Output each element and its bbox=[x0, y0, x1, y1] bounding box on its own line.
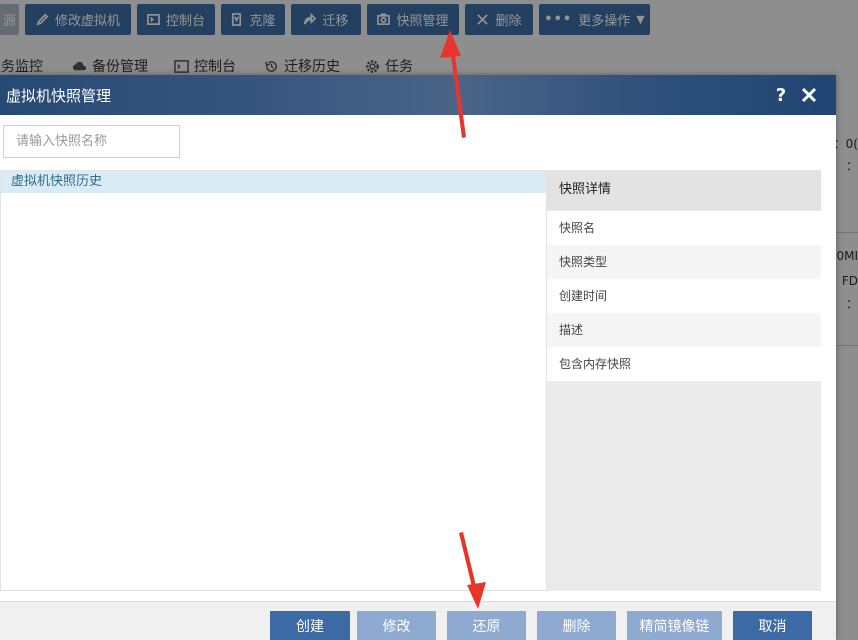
dialog-title: 虚拟机快照管理 bbox=[6, 87, 112, 105]
help-button[interactable]: ? bbox=[771, 83, 791, 107]
create-button[interactable]: 创建 bbox=[270, 611, 350, 640]
snapshot-management-dialog: 虚拟机快照管理 ? 虚拟机快照历史 快照详情 快照名 快照类型 创建时间 描述 … bbox=[0, 75, 836, 640]
dialog-header: 虚拟机快照管理 ? bbox=[0, 75, 836, 115]
detail-row-created-time: 创建时间 bbox=[547, 279, 821, 313]
restore-button[interactable]: 还原 bbox=[447, 611, 526, 640]
snapshot-details-panel: 快照详情 快照名 快照类型 创建时间 描述 包含内存快照 bbox=[547, 170, 821, 591]
detail-row-type: 快照类型 bbox=[547, 245, 821, 279]
dialog-footer: 创建 修改 还原 删除 精简镜像链 取消 bbox=[0, 601, 836, 640]
simplify-image-chain-button[interactable]: 精简镜像链 bbox=[627, 611, 722, 640]
detail-row-memory-snapshot: 包含内存快照 bbox=[547, 347, 821, 381]
cancel-button[interactable]: 取消 bbox=[733, 611, 812, 640]
close-button[interactable] bbox=[798, 84, 820, 106]
detail-row-name: 快照名 bbox=[547, 211, 821, 245]
close-icon bbox=[801, 87, 817, 103]
snapshot-history-panel: 虚拟机快照历史 bbox=[0, 170, 547, 591]
snapshot-details-title: 快照详情 bbox=[547, 170, 821, 210]
snapshot-search-input[interactable] bbox=[3, 125, 180, 158]
delete-button[interactable]: 删除 bbox=[537, 611, 616, 640]
modify-button[interactable]: 修改 bbox=[357, 611, 436, 640]
snapshot-history-header[interactable]: 虚拟机快照历史 bbox=[1, 171, 546, 193]
dialog-body: 虚拟机快照历史 快照详情 快照名 快照类型 创建时间 描述 包含内存快照 bbox=[0, 115, 836, 601]
detail-row-description: 描述 bbox=[547, 313, 821, 347]
